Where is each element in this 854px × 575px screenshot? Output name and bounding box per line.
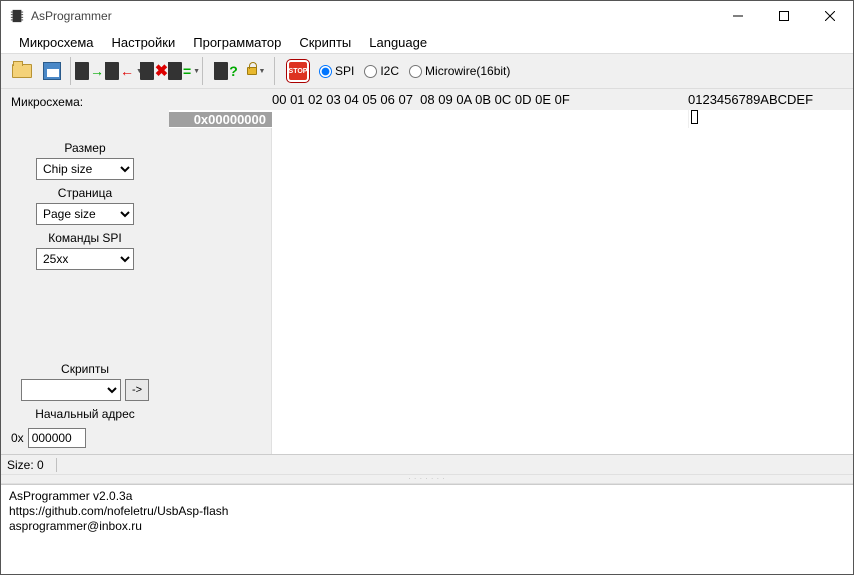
erase-chip-button[interactable]: ✖ <box>139 56 169 86</box>
x-icon: ✖ <box>155 61 168 81</box>
console-line: asprogrammer@inbox.ru <box>9 519 845 534</box>
window-controls <box>715 1 853 31</box>
page-size-select[interactable]: Page size <box>36 203 134 225</box>
chip-size-select[interactable]: Chip size <box>36 158 134 180</box>
radio-i2c[interactable]: I2C <box>364 64 399 78</box>
hex-editor: 00 01 02 03 04 05 06 07 08 09 0A 0B 0C 0… <box>169 89 853 454</box>
hex-header-columns: 00 01 02 03 04 05 06 07 08 09 0A 0B 0C 0… <box>272 92 688 107</box>
page-label: Страница <box>58 186 112 200</box>
folder-icon <box>12 64 32 78</box>
run-script-button[interactable]: -> <box>125 379 149 401</box>
arrow-left-icon: ← <box>120 63 134 79</box>
status-bar: Size: 0 <box>1 454 853 474</box>
open-button[interactable] <box>7 56 37 86</box>
hex-row-data[interactable] <box>272 110 688 128</box>
hex-blank-area <box>169 128 853 454</box>
size-label: Размер <box>64 141 105 155</box>
chip-icon <box>140 62 154 80</box>
cursor-icon <box>691 110 698 124</box>
window-title: AsProgrammer <box>31 9 715 23</box>
radio-microwire[interactable]: Microwire(16bit) <box>409 64 510 78</box>
toolbar: →▼ ←▼ ✖ =▼ ? ▼ STOP SPI I2C Microwire(16… <box>1 53 853 89</box>
app-icon <box>9 8 25 24</box>
chip-icon <box>75 62 89 80</box>
menu-programmer[interactable]: Программатор <box>185 33 289 52</box>
verify-chip-button[interactable]: =▼ <box>169 56 199 86</box>
start-address-input[interactable] <box>28 428 86 448</box>
equals-icon: = <box>183 63 191 79</box>
maximize-button[interactable] <box>761 1 807 31</box>
interface-radio-group: SPI I2C Microwire(16bit) <box>319 64 510 78</box>
detect-chip-button[interactable]: ? <box>211 56 241 86</box>
hex-row[interactable]: 0x00000000 <box>169 110 853 128</box>
close-button[interactable] <box>807 1 853 31</box>
console[interactable]: AsProgrammer v2.0.3a https://github.com/… <box>1 484 853 574</box>
spi-commands-label: Команды SPI <box>48 231 122 245</box>
start-address-label: Начальный адрес <box>35 407 135 421</box>
hex-row-address: 0x00000000 <box>169 112 272 127</box>
chip-icon <box>105 62 119 80</box>
spi-commands-select[interactable]: 25xx <box>36 248 134 270</box>
hex-row-ascii[interactable] <box>688 110 853 128</box>
hex-header: 00 01 02 03 04 05 06 07 08 09 0A 0B 0C 0… <box>169 89 853 110</box>
start-address-prefix: 0x <box>11 431 24 445</box>
lock-icon <box>247 67 257 75</box>
write-chip-button[interactable]: ←▼ <box>109 56 139 86</box>
hex-header-ascii: 0123456789ABCDEF <box>688 92 853 107</box>
sidebar: Микросхема: Размер Chip size Страница Pa… <box>1 89 169 454</box>
status-size: Size: 0 <box>7 458 52 472</box>
chip-icon <box>168 62 182 80</box>
menu-bar: Микросхема Настройки Программатор Скрипт… <box>1 31 853 53</box>
console-line: https://github.com/nofeletru/UsbAsp-flas… <box>9 504 845 519</box>
radio-spi[interactable]: SPI <box>319 64 354 78</box>
chip-icon <box>214 62 228 80</box>
menu-chip[interactable]: Микросхема <box>11 33 102 52</box>
unlock-button[interactable]: ▼ <box>241 56 271 86</box>
minimize-button[interactable] <box>715 1 761 31</box>
sidebar-title: Микросхема: <box>11 95 159 109</box>
menu-settings[interactable]: Настройки <box>104 33 184 52</box>
menu-scripts[interactable]: Скрипты <box>291 33 359 52</box>
title-bar: AsProgrammer <box>1 1 853 31</box>
scripts-select[interactable] <box>21 379 121 401</box>
splitter[interactable]: · · · · · · · <box>1 474 853 484</box>
stop-button[interactable]: STOP <box>283 56 313 86</box>
console-line: AsProgrammer v2.0.3a <box>9 489 845 504</box>
arrow-right-icon: → <box>90 63 104 79</box>
question-icon: ? <box>229 63 238 79</box>
save-button[interactable] <box>37 56 67 86</box>
toolbar-separator <box>274 57 280 85</box>
stop-icon: STOP <box>287 60 309 82</box>
scripts-label: Скрипты <box>61 362 109 376</box>
menu-language[interactable]: Language <box>361 33 435 52</box>
toolbar-separator <box>202 57 208 85</box>
save-icon <box>43 62 61 80</box>
main-area: Микросхема: Размер Chip size Страница Pa… <box>1 89 853 454</box>
